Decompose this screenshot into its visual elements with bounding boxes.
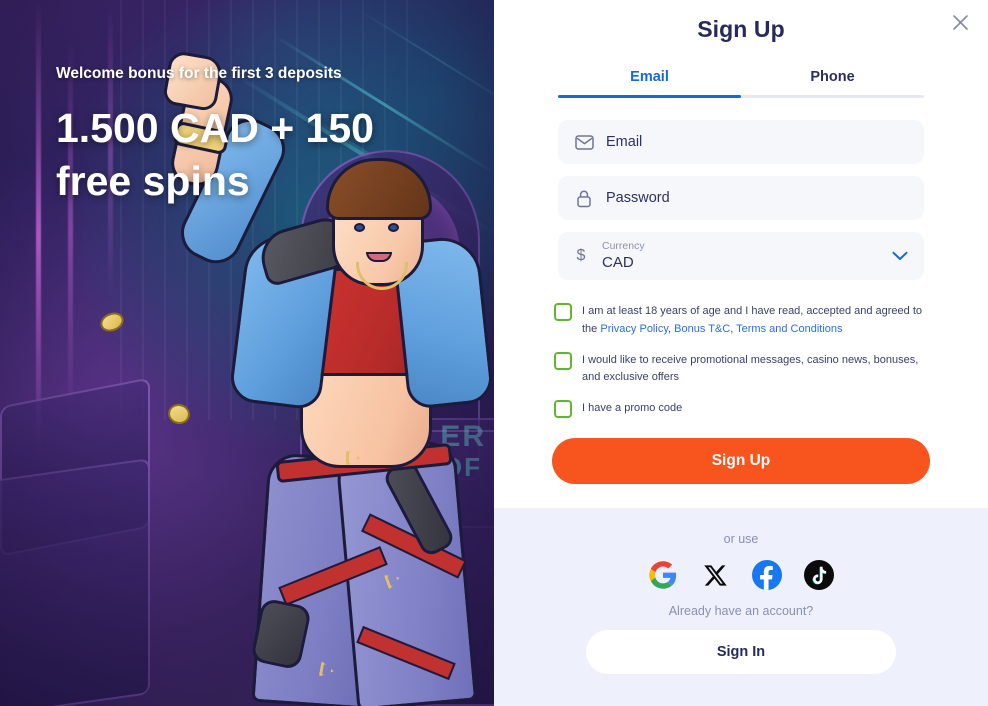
sign-in-button[interactable]: Sign In (586, 630, 896, 674)
promo-headline-line-1: 1.500 CAD + 150 (56, 105, 374, 152)
tiktok-icon[interactable] (804, 560, 834, 590)
password-field-placeholder: Password (606, 190, 670, 206)
tab-underline (558, 95, 924, 98)
facebook-icon[interactable] (752, 560, 782, 590)
terms-conditions-link[interactable]: Terms and Conditions (736, 323, 842, 335)
promo-headline-line-2: free spins (56, 157, 250, 204)
checkbox-promo-code-label: I have a promo code (582, 402, 683, 415)
or-use-label: or use (723, 532, 759, 546)
checkbox-age-terms[interactable] (554, 303, 572, 321)
page-title: Sign Up (697, 16, 785, 42)
currency-select-content: Currency CAD (602, 239, 645, 271)
character-eye (388, 223, 399, 232)
envelope-icon (574, 132, 594, 152)
character-eye (354, 223, 365, 232)
currency-select-value: CAD (602, 253, 634, 271)
social-login-buttons (494, 560, 988, 590)
tab-phone[interactable]: Phone (741, 69, 924, 95)
promo-headline: 1.500 CAD + 150 free spins (56, 102, 456, 207)
promo-copy: Welcome bonus for the first 3 deposits 1… (56, 64, 456, 207)
lock-icon (574, 188, 594, 208)
tab-active-indicator (558, 95, 741, 98)
tab-email[interactable]: Email (558, 69, 741, 95)
currency-select-label: Currency (602, 239, 645, 252)
checkbox-row-age-terms[interactable]: I am at least 18 years of age and I have… (554, 302, 930, 339)
signup-form: Email Password $ Currency CAD (494, 98, 988, 292)
sign-up-button[interactable]: Sign Up (552, 438, 930, 485)
bonus-tc-link[interactable]: Bonus T&C (674, 323, 730, 335)
checkbox-row-promo-code[interactable]: I have a promo code (554, 399, 930, 419)
signup-modal: Sign Up Email Phone Email Password $ Cur… (494, 0, 988, 706)
email-field-placeholder: Email (606, 134, 643, 150)
currency-select[interactable]: $ Currency CAD (558, 232, 924, 280)
consent-checkboxes: I am at least 18 years of age and I have… (494, 292, 988, 430)
close-icon[interactable] (944, 6, 976, 38)
x-icon[interactable] (700, 560, 730, 590)
dollar-icon: $ (576, 247, 586, 264)
checkbox-promotions-label: I would like to receive promotional mess… (582, 353, 919, 384)
password-field[interactable]: Password (558, 176, 924, 220)
sign-in-container: Sign In (494, 618, 988, 674)
auth-method-tabs: Email Phone (558, 69, 924, 95)
checkbox-promotions[interactable] (554, 351, 572, 370)
already-have-account-label: Already have an account? (668, 604, 814, 618)
checkbox-promo-code[interactable] (554, 400, 572, 419)
chevron-down-icon[interactable] (892, 251, 908, 261)
signup-modal-page: ER OF (0, 0, 988, 706)
email-field[interactable]: Email (558, 120, 924, 164)
checkbox-row-promotions[interactable]: I would like to receive promotional mess… (554, 351, 930, 388)
checkbox-age-terms-label: I am at least 18 years of age and I have… (582, 305, 923, 335)
promo-panel: ER OF (0, 0, 494, 706)
modal-footer: or use Already have an account? Sign In (494, 508, 988, 706)
promo-kicker: Welcome bonus for the first 3 deposits (56, 65, 342, 82)
submit-container: Sign Up (494, 430, 988, 485)
privacy-policy-link[interactable]: Privacy Policy (600, 323, 668, 335)
google-icon[interactable] (648, 560, 678, 590)
